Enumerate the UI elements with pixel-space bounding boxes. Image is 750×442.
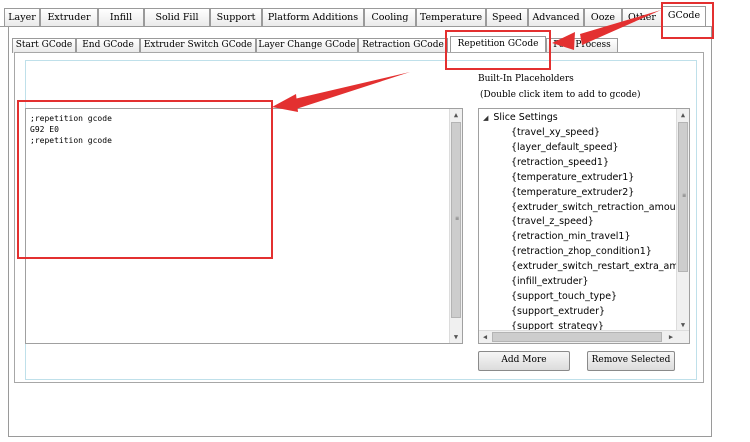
arrow-to-repetition-tab: [580, 10, 661, 45]
arrow-head-editor: [272, 94, 298, 112]
annotation-arrows: [272, 10, 661, 112]
arrow-to-editor: [290, 72, 410, 110]
arrow-head-repetition: [552, 32, 575, 50]
